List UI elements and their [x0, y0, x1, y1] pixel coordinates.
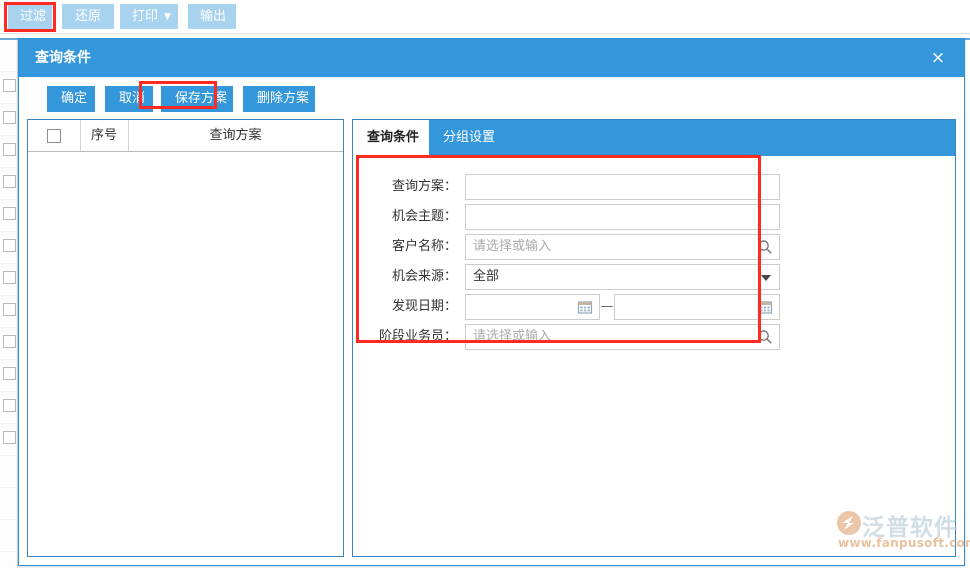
background-grid-row	[0, 168, 18, 200]
highlight-box-save-scheme-button	[139, 81, 217, 109]
row-checkbox[interactable]	[3, 271, 16, 284]
background-grid-row	[0, 392, 18, 424]
highlight-box-query-fields	[356, 155, 761, 343]
delete-scheme-button[interactable]: 删除方案	[243, 86, 315, 112]
highlight-box-filter-button	[4, 2, 56, 32]
fanpu-logo-icon	[837, 511, 861, 535]
background-grid-row	[0, 104, 18, 136]
column-header-index[interactable]: 序号	[80, 120, 128, 151]
scheme-table-header: 序号 查询方案	[28, 120, 343, 152]
row-checkbox[interactable]	[3, 175, 16, 188]
background-grid-row	[0, 72, 18, 104]
row-checkbox[interactable]	[3, 207, 16, 220]
row-checkbox[interactable]	[3, 143, 16, 156]
background-grid-row	[0, 328, 18, 360]
row-checkbox[interactable]	[3, 303, 16, 316]
background-grid-rows	[0, 40, 18, 568]
dialog-title: 查询条件	[35, 50, 91, 66]
confirm-button[interactable]: 确定	[47, 86, 95, 112]
background-grid-row	[0, 520, 18, 552]
close-icon[interactable]: ×	[920, 39, 956, 77]
row-checkbox[interactable]	[3, 335, 16, 348]
scheme-table-body[interactable]	[28, 152, 343, 556]
column-header-scheme[interactable]: 查询方案	[128, 120, 343, 151]
background-grid-row	[0, 424, 18, 456]
scheme-list-panel: 序号 查询方案	[27, 119, 344, 557]
select-all-checkbox[interactable]	[47, 129, 61, 143]
column-divider	[80, 120, 81, 151]
export-button[interactable]: 输出	[188, 4, 236, 29]
tab-bar: 查询条件 分组设置	[353, 120, 955, 156]
row-checkbox[interactable]	[3, 367, 16, 380]
background-grid-row	[0, 456, 18, 488]
row-checkbox[interactable]	[3, 111, 16, 124]
restore-button[interactable]: 还原	[62, 4, 114, 29]
background-grid-row	[0, 40, 18, 72]
watermark-url: www.fanpusoft.com	[838, 536, 970, 550]
toolbar-divider	[0, 33, 970, 34]
column-divider	[128, 120, 129, 151]
row-checkbox[interactable]	[3, 79, 16, 92]
screen-root: 过滤还原打印输出 查询条件 × 确定取消保存方案删除方案 序号查询方案 查询条件…	[0, 0, 970, 568]
background-grid-row	[0, 296, 18, 328]
background-grid-row	[0, 200, 18, 232]
background-grid-row	[0, 488, 18, 520]
tab-query-conditions[interactable]: 查询条件	[353, 120, 429, 156]
print-button[interactable]: 打印	[120, 4, 178, 29]
dialog-header: 查询条件 ×	[19, 39, 964, 77]
background-toolbar: 过滤还原打印输出	[0, 0, 970, 33]
watermark-logo: 泛普软件 www.fanpusoft.com	[836, 508, 970, 558]
row-checkbox[interactable]	[3, 431, 16, 444]
background-grid-row	[0, 232, 18, 264]
chevron-down-icon[interactable]	[761, 275, 771, 281]
row-checkbox[interactable]	[3, 239, 16, 252]
background-grid-row	[0, 264, 18, 296]
background-grid-row	[0, 360, 18, 392]
background-grid-row	[0, 136, 18, 168]
tab-group-settings[interactable]: 分组设置	[429, 120, 505, 156]
row-checkbox[interactable]	[3, 399, 16, 412]
